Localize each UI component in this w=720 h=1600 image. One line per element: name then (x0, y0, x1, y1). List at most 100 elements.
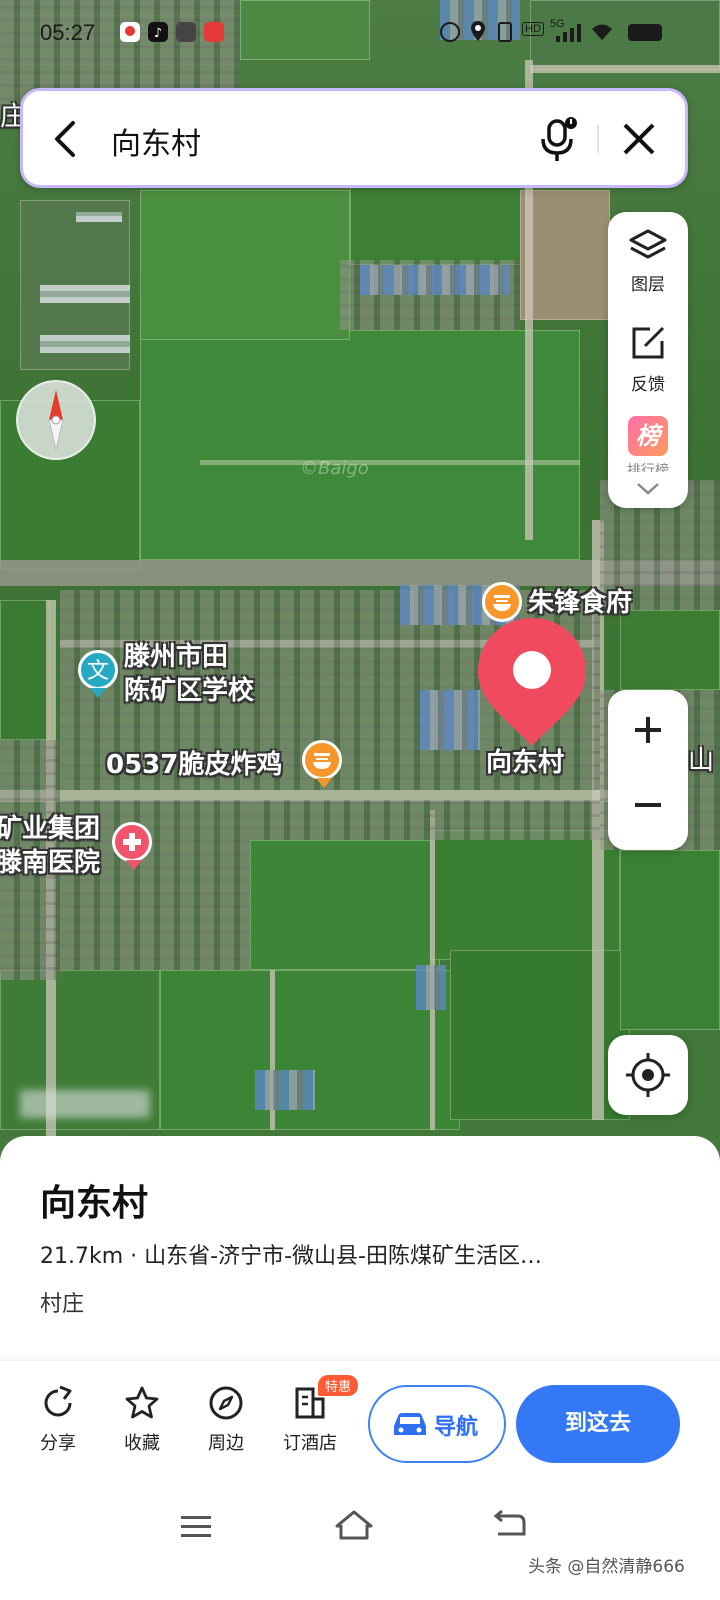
zoom-in-button[interactable] (608, 690, 688, 770)
map-field (0, 600, 50, 740)
map-watermark: ©Baigo (300, 458, 369, 479)
back-arrow-icon (55, 121, 75, 157)
star-icon (125, 1386, 159, 1419)
feedback-label: 反馈 (631, 375, 665, 395)
feedback-button[interactable]: 反馈 (608, 324, 688, 395)
zoom-out-button[interactable] (608, 770, 688, 850)
school-poi-pin-tail (90, 688, 106, 698)
close-icon (623, 123, 655, 155)
share-icon (44, 1385, 72, 1417)
feedback-edit-icon (632, 326, 665, 359)
return-icon (493, 1509, 526, 1536)
microphone-icon (541, 117, 577, 161)
close-button[interactable] (617, 117, 661, 161)
zoom-control (608, 690, 688, 850)
menu-nav-button[interactable] (178, 1512, 214, 1546)
favorite-button[interactable]: 收藏 (102, 1385, 182, 1455)
navigate-button[interactable]: 导航 (368, 1385, 506, 1463)
go-here-button[interactable]: 到这去 (516, 1385, 680, 1463)
tiktok-icon: ♪ (148, 22, 168, 42)
map-road (530, 65, 720, 73)
map-road (200, 460, 580, 465)
menu-icon (181, 1516, 211, 1537)
poi-label-chicken[interactable]: 0537脆皮炸鸡 (106, 748, 282, 782)
compass-button[interactable] (16, 380, 96, 460)
share-button[interactable]: 分享 (18, 1385, 98, 1455)
poi-label-hospital-line1[interactable]: 矿业集团 (0, 812, 100, 846)
svg-text:文: 文 (87, 659, 109, 684)
action-bar: 分享 收藏 周边 订酒店 特惠 导航 到这去 (0, 1360, 720, 1482)
home-nav-button[interactable] (334, 1508, 374, 1546)
home-icon (335, 1510, 373, 1540)
map-greenhouses (40, 285, 130, 303)
food-poi-icon[interactable] (302, 740, 342, 780)
navigate-label: 导航 (434, 1415, 479, 1440)
poi-label-hospital-line2[interactable]: 滕南医院 (0, 846, 100, 880)
food-poi-pin-tail (316, 778, 332, 788)
locate-crosshair-icon (626, 1053, 670, 1097)
map-blue-roofs (255, 1070, 315, 1110)
system-navigation-bar: 头条 @自然清静666 (0, 1482, 720, 1600)
expand-tools-chevron-icon[interactable] (634, 478, 662, 500)
map-field (140, 330, 580, 560)
minus-icon (635, 803, 661, 807)
map-field (620, 610, 720, 690)
search-query-text[interactable]: 向东村 (111, 119, 201, 163)
map-buildings (250, 800, 600, 840)
vibrate-icon (498, 22, 512, 42)
selected-place-map-label[interactable]: 向东村 (486, 746, 564, 780)
ranking-button[interactable]: 榜 排行榜 (608, 416, 688, 472)
layers-button[interactable]: 图层 (608, 228, 688, 295)
app-notification-icon (176, 22, 196, 42)
map-greenhouses (76, 212, 122, 222)
poi-label-school-line2[interactable]: 陈矿区学校 (124, 674, 254, 708)
place-title: 向东村 (40, 1183, 149, 1224)
poi-label-restaurant[interactable]: 朱锋食府 (528, 586, 632, 620)
hotel-label: 订酒店 (283, 1433, 337, 1454)
toutiao-icon (204, 22, 224, 42)
svg-text:♪: ♪ (154, 26, 162, 41)
footer-watermark: 头条 @自然清静666 (528, 1557, 685, 1577)
hd-indicator: HD (522, 22, 544, 36)
map-greenhouses (40, 335, 130, 353)
locate-me-button[interactable] (608, 1035, 688, 1115)
nearby-label: 周边 (208, 1433, 244, 1454)
alarm-icon (440, 22, 460, 42)
map-edge-label: 山 (688, 746, 715, 776)
favorite-label: 收藏 (124, 1433, 160, 1454)
nearby-button[interactable]: 周边 (186, 1385, 266, 1455)
map-tool-panel: 图层 反馈 榜 排行榜 (608, 212, 688, 508)
hospital-poi-icon[interactable] (112, 822, 152, 862)
blurred-region (20, 1090, 150, 1118)
hospital-poi-pin-tail (126, 860, 142, 870)
rank-icon: 榜 (628, 416, 668, 456)
compass-icon (48, 390, 64, 451)
wifi-icon (590, 22, 614, 46)
place-detail-sheet[interactable]: 向东村 21.7km · 山东省-济宁市-微山县-田陈煤矿生活区… 村庄 分享 … (0, 1136, 720, 1600)
location-status-icon (470, 20, 486, 46)
back-button[interactable] (43, 115, 87, 163)
map-app-icon (120, 22, 140, 42)
signal-icon (554, 24, 582, 46)
map-field (620, 850, 720, 1030)
status-bar: 05:27 ♪ HD 5G (0, 0, 720, 64)
back-nav-button[interactable] (492, 1508, 528, 1546)
compass-nearby-icon (209, 1386, 243, 1420)
selected-location-marker[interactable] (476, 616, 588, 748)
layers-icon (629, 229, 667, 259)
place-category: 村庄 (40, 1292, 85, 1317)
hotel-discount-badge: 特惠 (318, 1375, 359, 1396)
map-field (350, 185, 530, 265)
search-bar-divider (597, 125, 599, 153)
search-bar[interactable]: 向东村 (20, 88, 688, 188)
place-distance-address: 21.7km · 山东省-济宁市-微山县-田陈煤矿生活区… (40, 1244, 542, 1269)
map-field (520, 190, 610, 320)
voice-search-button[interactable] (531, 113, 583, 165)
layers-label: 图层 (631, 275, 665, 295)
status-clock: 05:27 (40, 20, 96, 45)
school-poi-icon[interactable]: 文 (78, 650, 118, 690)
poi-label-school-line1[interactable]: 滕州市田 (124, 640, 228, 674)
map-blue-roofs (360, 265, 510, 295)
map-blue-roofs (416, 965, 446, 1010)
share-label: 分享 (40, 1433, 76, 1454)
